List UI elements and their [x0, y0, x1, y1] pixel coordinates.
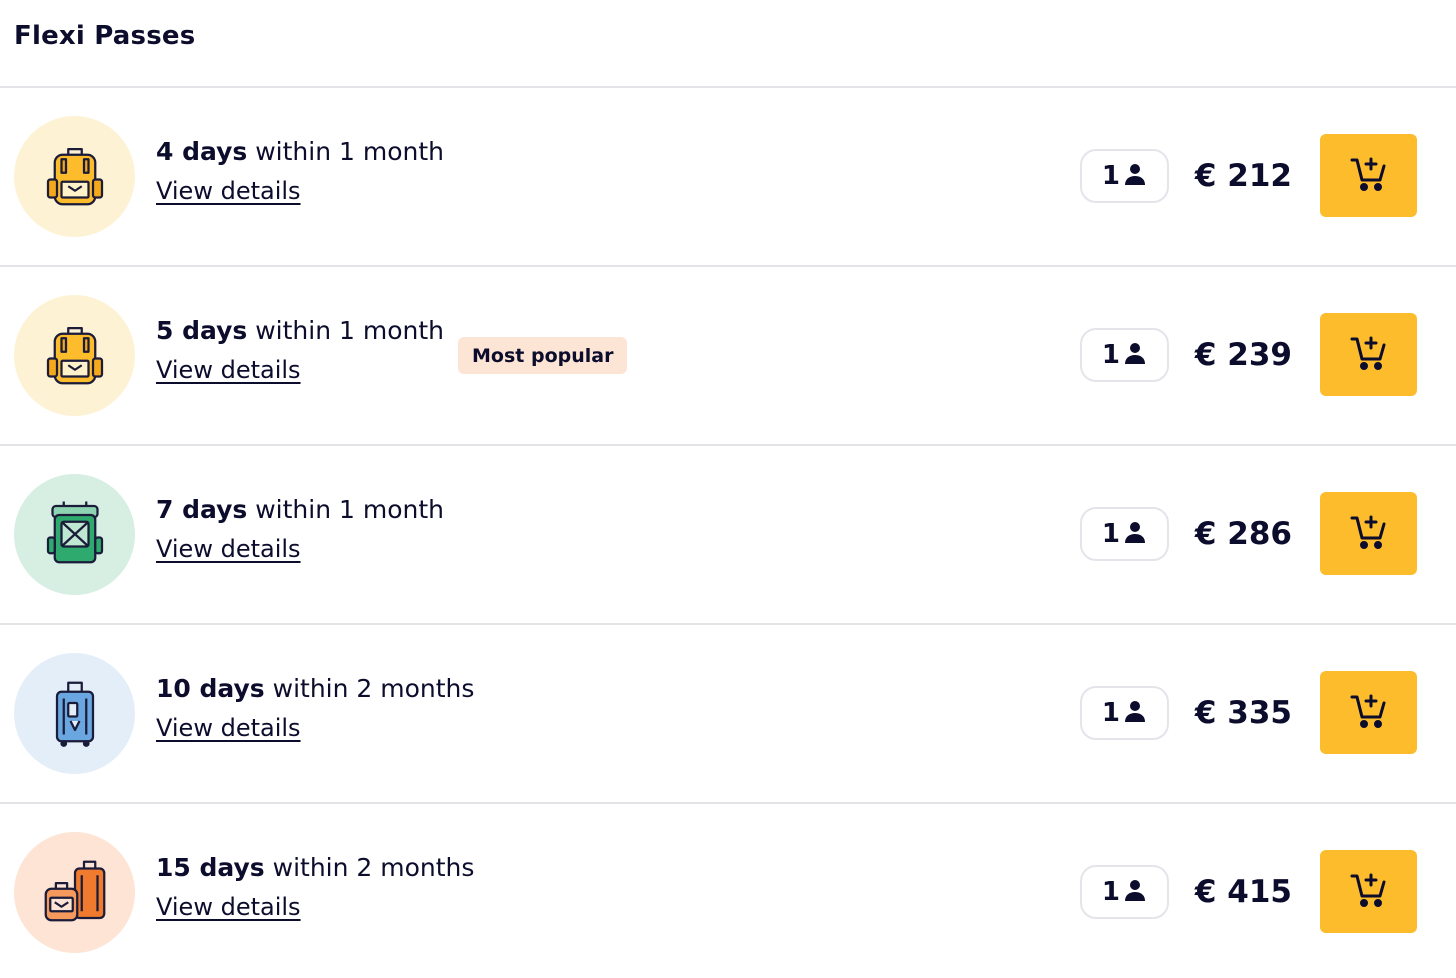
backpack-icon [39, 139, 111, 215]
cart-plus-icon [1349, 870, 1389, 913]
cart-plus-icon [1349, 333, 1389, 376]
passenger-selector[interactable]: 1 [1079, 864, 1169, 919]
view-details-link[interactable]: View details [156, 177, 301, 205]
section-title: Flexi Passes [14, 21, 196, 51]
passenger-count: 1 [1101, 876, 1120, 907]
pass-row: 15 days within 2 months View details 1 €… [0, 804, 1456, 978]
luggage-set-icon [39, 855, 111, 931]
passenger-count: 1 [1101, 697, 1120, 728]
pass-title: 10 days within 2 months [156, 673, 474, 705]
pass-validity: within 2 months [272, 674, 475, 703]
pass-avatar [14, 832, 135, 953]
hiking-backpack-icon [39, 497, 111, 573]
passenger-selector[interactable]: 1 [1079, 327, 1169, 382]
pass-title: 15 days within 2 months [156, 852, 474, 884]
pass-days: 10 days [156, 674, 265, 703]
add-to-cart-button[interactable] [1320, 850, 1417, 933]
pass-avatar [14, 474, 135, 595]
passenger-count: 1 [1101, 339, 1120, 370]
suitcase-icon [39, 676, 111, 752]
passenger-selector[interactable]: 1 [1079, 148, 1169, 203]
pass-row: 10 days within 2 months View details 1 €… [0, 625, 1456, 804]
person-icon [1123, 341, 1147, 369]
cart-plus-icon [1349, 154, 1389, 197]
pass-info: 5 days within 1 month View details [156, 315, 444, 384]
pass-days: 15 days [156, 853, 265, 882]
pass-title: 7 days within 1 month [156, 494, 444, 526]
person-icon [1123, 699, 1147, 727]
pass-avatar [14, 653, 135, 774]
view-details-link[interactable]: View details [156, 893, 301, 921]
passenger-selector[interactable]: 1 [1079, 506, 1169, 561]
pass-days: 7 days [156, 495, 248, 524]
pass-validity: within 1 month [255, 316, 445, 345]
pass-validity: within 1 month [255, 495, 445, 524]
pass-title: 4 days within 1 month [156, 136, 444, 168]
pass-actions: 1 € 212 [1079, 134, 1417, 217]
cart-plus-icon [1349, 691, 1389, 734]
pass-price: € 286 [1194, 515, 1292, 552]
pass-row: 7 days within 1 month View details 1 € 2… [0, 446, 1456, 625]
pass-info: 7 days within 1 month View details [156, 494, 444, 563]
pass-info: 10 days within 2 months View details [156, 673, 474, 742]
add-to-cart-button[interactable] [1320, 313, 1417, 396]
pass-validity: within 1 month [255, 137, 445, 166]
pass-avatar [14, 116, 135, 237]
pass-price: € 415 [1194, 873, 1292, 910]
pass-days: 5 days [156, 316, 248, 345]
pass-avatar [14, 295, 135, 416]
pass-price: € 335 [1194, 694, 1292, 731]
section-header: Flexi Passes [0, 0, 1456, 88]
most-popular-badge: Most popular [458, 337, 628, 374]
pass-actions: 1 € 335 [1079, 671, 1417, 754]
add-to-cart-button[interactable] [1320, 134, 1417, 217]
person-icon [1123, 878, 1147, 906]
pass-actions: 1 € 415 [1079, 850, 1417, 933]
passenger-selector[interactable]: 1 [1079, 685, 1169, 740]
pass-info: 4 days within 1 month View details [156, 136, 444, 205]
pass-validity: within 2 months [272, 853, 475, 882]
pass-row: 5 days within 1 month View details Most … [0, 267, 1456, 446]
backpack-icon [39, 318, 111, 394]
pass-days: 4 days [156, 137, 248, 166]
person-icon [1123, 162, 1147, 190]
pass-row: 4 days within 1 month View details 1 € 2… [0, 88, 1456, 267]
view-details-link[interactable]: View details [156, 356, 301, 384]
pass-actions: 1 € 286 [1079, 492, 1417, 575]
pass-title: 5 days within 1 month [156, 315, 444, 347]
pass-price: € 212 [1194, 157, 1292, 194]
add-to-cart-button[interactable] [1320, 492, 1417, 575]
pass-actions: 1 € 239 [1079, 313, 1417, 396]
cart-plus-icon [1349, 512, 1389, 555]
pass-price: € 239 [1194, 336, 1292, 373]
view-details-link[interactable]: View details [156, 535, 301, 563]
view-details-link[interactable]: View details [156, 714, 301, 742]
add-to-cart-button[interactable] [1320, 671, 1417, 754]
passenger-count: 1 [1101, 160, 1120, 191]
pass-list: 4 days within 1 month View details 1 € 2… [0, 88, 1456, 978]
person-icon [1123, 520, 1147, 548]
passenger-count: 1 [1101, 518, 1120, 549]
pass-info: 15 days within 2 months View details [156, 852, 474, 921]
flexi-passes-page: Flexi Passes 4 days within 1 month View … [0, 0, 1456, 978]
